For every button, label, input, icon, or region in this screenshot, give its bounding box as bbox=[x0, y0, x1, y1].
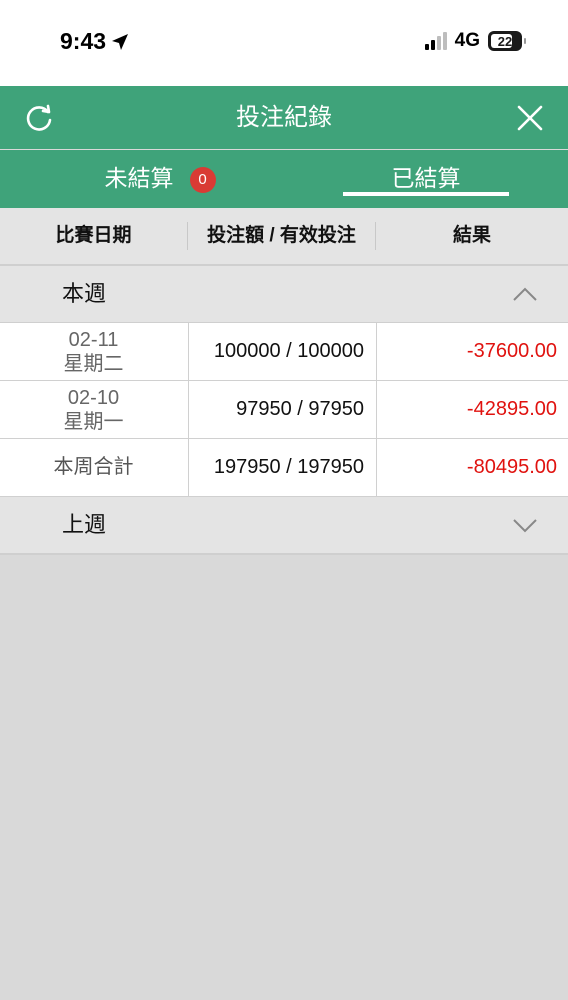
row-weekday: 星期二 bbox=[63, 352, 124, 375]
active-tab-indicator bbox=[343, 192, 509, 196]
battery-level: 22 bbox=[497, 33, 513, 49]
total-amount: 197950 / 197950 bbox=[188, 439, 364, 496]
location-arrow-icon bbox=[112, 33, 129, 50]
column-amount: 投注額 / 有效投注 bbox=[207, 225, 356, 246]
row-amount: 100000 / 100000 bbox=[188, 323, 364, 380]
unsettled-count-badge: 0 bbox=[189, 166, 216, 193]
status-bar: 9:43 4G 22 bbox=[0, 0, 568, 86]
chevron-up-icon[interactable] bbox=[512, 282, 538, 306]
status-time: 9:43 bbox=[60, 28, 130, 55]
row-weekday: 星期一 bbox=[63, 410, 124, 433]
table-header: 比賽日期 投注額 / 有效投注 結果 bbox=[0, 208, 568, 266]
signal-icon bbox=[424, 32, 447, 50]
table-row: 02-10 星期一 97950 / 97950 -42895.00 bbox=[0, 381, 568, 439]
battery-icon: 22 bbox=[488, 31, 526, 51]
page-title: 投注紀錄 bbox=[236, 104, 332, 131]
row-date: 02-11 星期二 bbox=[0, 323, 187, 380]
row-date: 02-10 星期一 bbox=[0, 381, 187, 438]
bet-record-table: 02-11 星期二 100000 / 100000 -37600.00 02-1… bbox=[0, 323, 568, 497]
row-amount: 97950 / 97950 bbox=[188, 381, 364, 438]
tab-bar: 未結算 0 已結算 bbox=[0, 150, 568, 208]
total-label: 本周合計 bbox=[53, 456, 134, 478]
network-type: 4G bbox=[454, 30, 480, 51]
section-last-week[interactable]: 上週 bbox=[0, 497, 568, 555]
column-result: 結果 bbox=[452, 225, 491, 246]
row-result: -42895.00 bbox=[376, 381, 557, 438]
row-date-value: 02-10 bbox=[67, 386, 120, 409]
row-result: -37600.00 bbox=[376, 323, 557, 380]
total-result: -80495.00 bbox=[376, 439, 557, 496]
row-date-value: 02-11 bbox=[68, 328, 119, 351]
header-bar: 投注紀錄 bbox=[0, 86, 568, 149]
close-icon[interactable] bbox=[516, 104, 544, 132]
tab-unsettled[interactable]: 未結算 0 bbox=[70, 150, 250, 208]
chevron-down-icon[interactable] bbox=[512, 513, 538, 537]
table-row-total: 本周合計 197950 / 197950 -80495.00 bbox=[0, 439, 568, 497]
tab-settled-label: 已結算 bbox=[391, 165, 461, 191]
section-this-week-label: 本週 bbox=[62, 281, 107, 306]
tab-settled[interactable]: 已結算 bbox=[343, 150, 509, 208]
status-time-text: 9:43 bbox=[60, 28, 107, 54]
table-row: 02-11 星期二 100000 / 100000 -37600.00 bbox=[0, 323, 568, 381]
status-indicators: 4G 22 bbox=[424, 30, 526, 52]
section-last-week-label: 上週 bbox=[62, 512, 107, 537]
tab-unsettled-label: 未結算 bbox=[104, 165, 174, 191]
column-date: 比賽日期 bbox=[55, 225, 132, 246]
section-this-week[interactable]: 本週 bbox=[0, 266, 568, 324]
